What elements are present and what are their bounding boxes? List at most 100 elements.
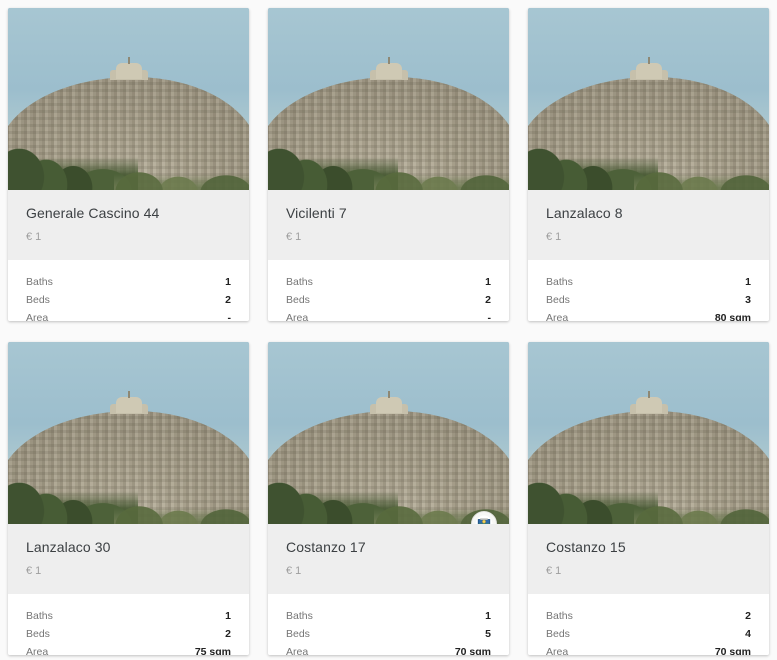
baths-value: 1 — [225, 276, 231, 288]
church-dome-icon — [115, 62, 142, 79]
property-title: Lanzalaco 30 — [26, 539, 111, 555]
beds-label: Beds — [546, 628, 570, 640]
area-label: Area — [26, 646, 49, 655]
baths-label: Baths — [26, 276, 53, 288]
baths-value: 1 — [225, 610, 231, 622]
detail-row-baths: Baths 2 — [544, 607, 753, 625]
beds-value: 2 — [485, 294, 491, 306]
area-value: 70 sqm — [454, 646, 491, 655]
detail-row-area: Area - — [284, 309, 493, 321]
property-photo[interactable] — [8, 8, 249, 190]
card-header: Costanzo 15 € 1 — [528, 524, 769, 594]
baths-value: 2 — [745, 610, 751, 622]
area-label: Area — [26, 312, 49, 321]
area-label: Area — [286, 646, 309, 655]
property-card-2[interactable]: Lanzalaco 8 € 1 Baths 1 Beds 3 Area 80 s… — [528, 8, 769, 321]
area-label: Area — [286, 312, 309, 321]
card-header: Lanzalaco 30 € 1 — [8, 524, 249, 594]
area-value: - — [487, 312, 492, 321]
card-header: Generale Cascino 44 € 1 — [8, 190, 249, 260]
detail-row-beds: Beds 4 — [544, 625, 753, 643]
detail-row-area: Area 80 sqm — [544, 309, 753, 321]
property-photo[interactable] — [268, 342, 509, 524]
property-price: € 1 — [26, 231, 42, 243]
property-details: Baths 1 Beds 2 Area - — [268, 260, 509, 321]
property-title: Vicilenti 7 — [286, 205, 347, 221]
church-dome-icon — [375, 62, 402, 79]
property-photo[interactable] — [528, 8, 769, 190]
area-value: 70 sqm — [714, 646, 751, 655]
area-value: - — [227, 312, 232, 321]
church-dome-icon — [635, 62, 662, 79]
detail-row-beds: Beds 5 — [284, 625, 493, 643]
property-card-0[interactable]: Generale Cascino 44 € 1 Baths 1 Beds 2 A… — [8, 8, 249, 321]
property-photo[interactable] — [268, 8, 509, 190]
area-value: 75 sqm — [194, 646, 231, 655]
property-listing-grid: Generale Cascino 44 € 1 Baths 1 Beds 2 A… — [0, 0, 777, 660]
property-price: € 1 — [546, 565, 562, 577]
property-card-4[interactable]: Costanzo 17 € 1 Baths 1 Beds 5 Area 70 s… — [268, 342, 509, 655]
detail-row-beds: Beds 3 — [544, 291, 753, 309]
property-title: Generale Cascino 44 — [26, 205, 160, 221]
area-label: Area — [546, 312, 569, 321]
beds-value: 2 — [225, 628, 231, 640]
property-photo[interactable] — [528, 342, 769, 524]
baths-label: Baths — [286, 276, 313, 288]
detail-row-area: Area - — [24, 309, 233, 321]
property-photo[interactable] — [8, 342, 249, 524]
beds-value: 4 — [745, 628, 751, 640]
baths-label: Baths — [26, 610, 53, 622]
baths-value: 1 — [485, 610, 491, 622]
foreground-scrub — [634, 146, 769, 190]
baths-label: Baths — [546, 610, 573, 622]
card-header: Lanzalaco 8 € 1 — [528, 190, 769, 260]
area-label: Area — [546, 646, 569, 655]
foreground-scrub — [114, 480, 249, 524]
beds-value: 3 — [745, 294, 751, 306]
property-price: € 1 — [546, 231, 562, 243]
property-card-1[interactable]: Vicilenti 7 € 1 Baths 1 Beds 2 Area - — [268, 8, 509, 321]
detail-row-baths: Baths 1 — [284, 607, 493, 625]
detail-row-beds: Beds 2 — [284, 291, 493, 309]
beds-label: Beds — [26, 628, 50, 640]
church-dome-icon — [375, 396, 402, 413]
baths-value: 1 — [745, 276, 751, 288]
area-value: 80 sqm — [714, 312, 751, 321]
detail-row-baths: Baths 1 — [284, 273, 493, 291]
property-title: Costanzo 17 — [286, 539, 366, 555]
property-price: € 1 — [26, 565, 42, 577]
beds-value: 2 — [225, 294, 231, 306]
detail-row-area: Area 70 sqm — [284, 643, 493, 655]
detail-row-beds: Beds 2 — [24, 291, 233, 309]
baths-label: Baths — [286, 610, 313, 622]
property-price: € 1 — [286, 565, 302, 577]
property-details: Baths 1 Beds 5 Area 70 sqm — [268, 594, 509, 655]
beds-value: 5 — [485, 628, 491, 640]
baths-label: Baths — [546, 276, 573, 288]
detail-row-beds: Beds 2 — [24, 625, 233, 643]
property-price: € 1 — [286, 231, 302, 243]
detail-row-baths: Baths 1 — [544, 273, 753, 291]
foreground-scrub — [634, 480, 769, 524]
property-details: Baths 1 Beds 3 Area 80 sqm — [528, 260, 769, 321]
foreground-scrub — [114, 146, 249, 190]
detail-row-area: Area 75 sqm — [24, 643, 233, 655]
beds-label: Beds — [546, 294, 570, 306]
detail-row-baths: Baths 1 — [24, 273, 233, 291]
beds-label: Beds — [286, 628, 310, 640]
property-details: Baths 1 Beds 2 Area 75 sqm — [8, 594, 249, 655]
card-header: Vicilenti 7 € 1 — [268, 190, 509, 260]
property-details: Baths 2 Beds 4 Area 70 sqm — [528, 594, 769, 655]
card-header: Costanzo 17 € 1 — [268, 524, 509, 594]
property-title: Lanzalaco 8 — [546, 205, 623, 221]
beds-label: Beds — [26, 294, 50, 306]
baths-value: 1 — [485, 276, 491, 288]
property-card-5[interactable]: Costanzo 15 € 1 Baths 2 Beds 4 Area 70 s… — [528, 342, 769, 655]
church-dome-icon — [635, 396, 662, 413]
detail-row-baths: Baths 1 — [24, 607, 233, 625]
property-details: Baths 1 Beds 2 Area - — [8, 260, 249, 321]
property-card-3[interactable]: Lanzalaco 30 € 1 Baths 1 Beds 2 Area 75 … — [8, 342, 249, 655]
property-title: Costanzo 15 — [546, 539, 626, 555]
beds-label: Beds — [286, 294, 310, 306]
church-dome-icon — [115, 396, 142, 413]
